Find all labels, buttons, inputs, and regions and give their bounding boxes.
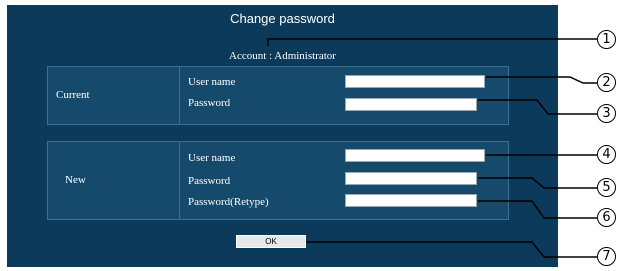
leader-line-7 [306,241,597,258]
leader-line-3 [478,99,597,115]
callout-2: 2 [597,73,616,92]
callout-leader-lines [267,38,597,258]
leader-line-6 [478,200,597,219]
callout-6: 6 [597,208,616,227]
callout-4: 4 [597,145,616,164]
callout-7: 7 [597,247,616,266]
callout-1: 1 [597,30,616,49]
callout-3: 3 [597,104,616,123]
leader-line-1 [267,38,597,46]
leader-line-5 [478,177,597,189]
leader-line-2 [486,76,597,84]
callout-5: 5 [597,178,616,197]
